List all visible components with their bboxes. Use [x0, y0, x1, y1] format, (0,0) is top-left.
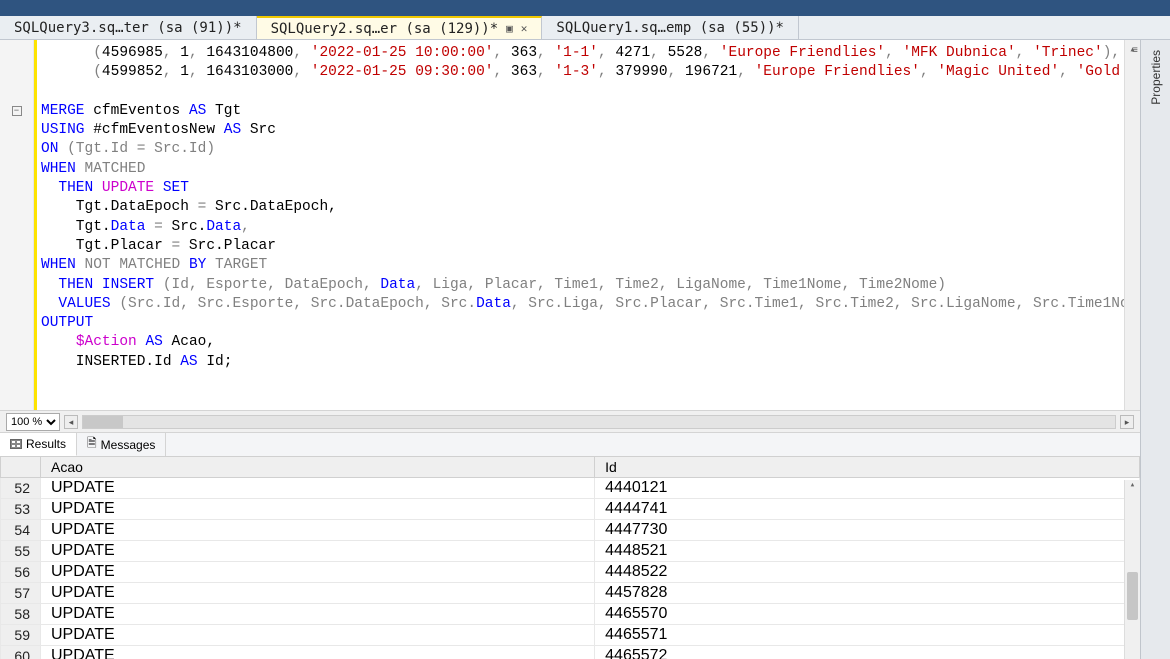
cell-id[interactable]: 4448522	[595, 562, 1140, 583]
row-number: 53	[1, 499, 41, 520]
tab-query3[interactable]: SQLQuery3.sq…ter (sa (91))*	[0, 16, 257, 39]
table-row[interactable]: 54UPDATE4447730	[1, 520, 1140, 541]
cell-acao[interactable]: UPDATE	[41, 646, 595, 659]
tab-label: SQLQuery1.sq…emp (sa (55))*	[556, 20, 784, 36]
tab-label: SQLQuery3.sq…ter (sa (91))*	[14, 20, 242, 36]
cell-id[interactable]: 4447730	[595, 520, 1140, 541]
row-number: 57	[1, 583, 41, 604]
table-row[interactable]: 59UPDATE4465571	[1, 625, 1140, 646]
row-number: 59	[1, 625, 41, 646]
editor-vscroll[interactable]: ≡ ▴	[1124, 40, 1140, 410]
vscroll-thumb[interactable]	[1127, 572, 1138, 620]
row-number: 58	[1, 604, 41, 625]
fold-toggle-icon[interactable]: −	[12, 106, 22, 116]
cell-id[interactable]: 4465570	[595, 604, 1140, 625]
cell-acao[interactable]: UPDATE	[41, 478, 595, 499]
hscroll-right-icon[interactable]: ▸	[1120, 415, 1134, 429]
close-icon[interactable]: ✕	[521, 22, 528, 35]
editor-hscroll[interactable]	[82, 415, 1116, 429]
grid-corner	[1, 457, 41, 478]
tab-label: Results	[26, 437, 66, 451]
cell-acao[interactable]: UPDATE	[41, 625, 595, 646]
hscroll-thumb[interactable]	[83, 416, 123, 428]
toolbar-strip	[0, 0, 1170, 16]
row-number: 60	[1, 646, 41, 659]
properties-label: Properties	[1149, 50, 1163, 105]
tab-query1[interactable]: SQLQuery1.sq…emp (sa (55))*	[542, 16, 799, 39]
results-tabs: Results 🗎 Messages	[0, 432, 1140, 456]
cell-id[interactable]: 4465572	[595, 646, 1140, 659]
col-header-id[interactable]: Id	[595, 457, 1140, 478]
document-tabs: SQLQuery3.sq…ter (sa (91))* SQLQuery2.sq…	[0, 16, 1170, 40]
table-row[interactable]: 60UPDATE4465572	[1, 646, 1140, 659]
cell-acao[interactable]: UPDATE	[41, 520, 595, 541]
editor-footer: 100 % ◂ ▸	[0, 410, 1140, 432]
code-area[interactable]: (4596985, 1, 1643104800, '2022-01-25 10:…	[34, 40, 1140, 410]
cell-id[interactable]: 4440121	[595, 478, 1140, 499]
split-icon[interactable]: ≡	[1132, 46, 1138, 57]
row-number: 54	[1, 520, 41, 541]
messages-icon: 🗎	[87, 434, 97, 455]
cell-acao[interactable]: UPDATE	[41, 562, 595, 583]
tab-query2[interactable]: SQLQuery2.sq…er (sa (129))* ▣ ✕	[257, 16, 543, 39]
zoom-select[interactable]: 100 %	[6, 413, 60, 431]
table-row[interactable]: 58UPDATE4465570	[1, 604, 1140, 625]
row-number: 56	[1, 562, 41, 583]
cell-id[interactable]: 4465571	[595, 625, 1140, 646]
cell-id[interactable]: 4457828	[595, 583, 1140, 604]
results-grid-wrap: Acao Id 52UPDATE444012153UPDATE444474154…	[0, 456, 1140, 659]
table-row[interactable]: 57UPDATE4457828	[1, 583, 1140, 604]
results-vscroll[interactable]: ▴	[1124, 480, 1140, 659]
tab-messages[interactable]: 🗎 Messages	[77, 433, 166, 456]
cell-acao[interactable]: UPDATE	[41, 604, 595, 625]
tab-label: Messages	[101, 438, 156, 452]
cell-acao[interactable]: UPDATE	[41, 541, 595, 562]
sql-editor[interactable]: − (4596985, 1, 1643104800, '2022-01-25 1…	[0, 40, 1140, 410]
code-gutter: −	[0, 40, 34, 410]
hscroll-left-icon[interactable]: ◂	[64, 415, 78, 429]
row-number: 52	[1, 478, 41, 499]
tab-label: SQLQuery2.sq…er (sa (129))*	[271, 21, 499, 37]
cell-id[interactable]: 4448521	[595, 541, 1140, 562]
results-grid[interactable]: Acao Id 52UPDATE444012153UPDATE444474154…	[0, 456, 1140, 659]
table-row[interactable]: 52UPDATE4440121	[1, 478, 1140, 499]
properties-panel[interactable]: Properties	[1140, 40, 1170, 659]
col-header-acao[interactable]: Acao	[41, 457, 595, 478]
table-row[interactable]: 55UPDATE4448521	[1, 541, 1140, 562]
grid-icon	[10, 439, 22, 449]
cell-id[interactable]: 4444741	[595, 499, 1140, 520]
table-row[interactable]: 56UPDATE4448522	[1, 562, 1140, 583]
cell-acao[interactable]: UPDATE	[41, 583, 595, 604]
cell-acao[interactable]: UPDATE	[41, 499, 595, 520]
pin-icon[interactable]: ▣	[506, 22, 513, 35]
tab-results[interactable]: Results	[0, 433, 77, 456]
row-number: 55	[1, 541, 41, 562]
scroll-up-icon[interactable]: ▴	[1125, 480, 1140, 490]
table-row[interactable]: 53UPDATE4444741	[1, 499, 1140, 520]
